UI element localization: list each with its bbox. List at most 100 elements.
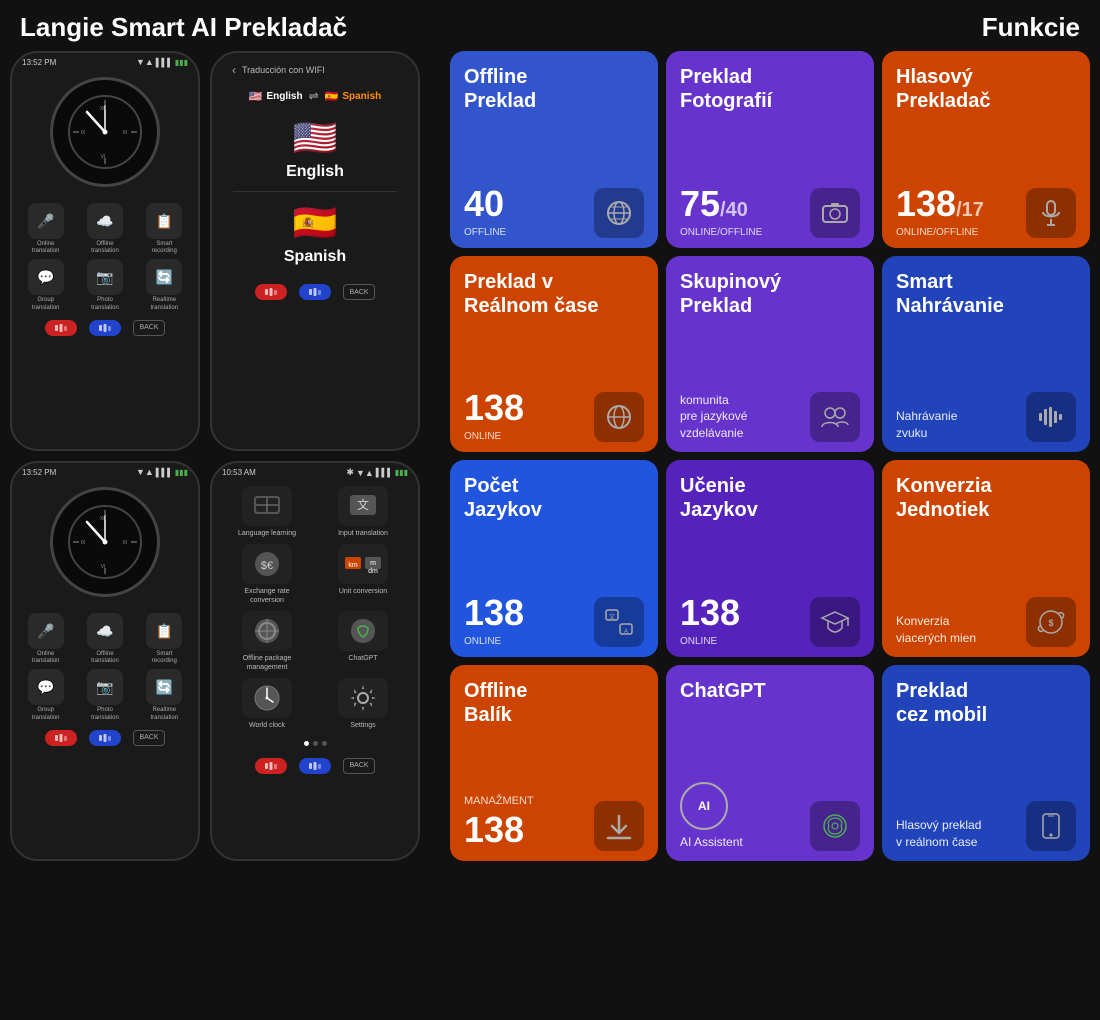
phone-row-top: 13:52 PM ▼▲ ▌▌▌ ▮▮▮ xyxy=(10,51,440,451)
icon-photo-translation[interactable]: 📷 Phototranslation xyxy=(77,259,132,311)
preklad-cez-mobil-desc: Hlasový prekladv reálnom čase xyxy=(896,817,981,851)
icon-online-trans-3[interactable]: 🎤 Onlinetranslation xyxy=(18,613,73,665)
hlasovy-prekladac-label: ONLINE/OFFLINE xyxy=(896,227,984,238)
preklad-fotografii-fraction: 75 / 40 xyxy=(680,183,762,225)
dot-1 xyxy=(304,741,309,746)
offline-balik-icon-box xyxy=(594,801,644,851)
icon-realtime-translation[interactable]: 🔄 Realtimetranslation xyxy=(137,259,192,311)
card-preklad-cez-mobil[interactable]: Prekladcez mobil Hlasový prekladv reálno… xyxy=(882,665,1090,862)
chatgpt-icon xyxy=(338,611,388,651)
card-pocet-jazykov[interactable]: PočetJazykov 138 ONLINE 文A xyxy=(450,460,658,657)
ctrl-btn-blue-3[interactable] xyxy=(89,730,121,746)
group-translation-label: Grouptranslation xyxy=(32,297,60,311)
icon-smart-rec-3[interactable]: 📋 Smartrecording xyxy=(137,613,192,665)
phone-icon xyxy=(1041,812,1061,840)
app-offline-package[interactable]: Offline packagemanagement xyxy=(222,611,312,672)
to-lang-option[interactable]: 🇪🇸 Spanish xyxy=(233,192,398,276)
back-label-2: BACK xyxy=(349,289,368,296)
swap-icon[interactable]: ⇌ xyxy=(309,89,319,103)
translate-icon: 文A xyxy=(604,608,634,636)
app-chatgpt[interactable]: ChatGPT xyxy=(318,611,408,672)
offline-package-label: Offline packagemanagement xyxy=(243,654,292,672)
smart-recording-label: Smartrecording xyxy=(152,241,177,255)
card-offline-balik[interactable]: OfflineBalík MANAŽMENT 138 xyxy=(450,665,658,862)
wifi-icon: ▼▲ xyxy=(136,57,154,67)
from-lang: 🇺🇸 English xyxy=(249,90,303,103)
back-btn-3[interactable]: BACK xyxy=(133,730,165,746)
ctrl-btn-blue-4[interactable] xyxy=(299,758,331,774)
ucenie-jazykov-number-group: 138 ONLINE xyxy=(680,592,740,647)
ctrl-btn-blue-1[interactable] xyxy=(89,320,121,336)
world-clock-label: World clock xyxy=(249,721,285,730)
world-clock-icon xyxy=(242,678,292,718)
phone1-status-bar: 13:52 PM ▼▲ ▌▌▌ ▮▮▮ xyxy=(12,53,198,69)
phone3-status-icons: ▼▲ ▌▌▌ ▮▮▮ xyxy=(136,467,188,477)
ctrl-btn-red-3[interactable] xyxy=(45,730,77,746)
photo-trans-label-3: Phototranslation xyxy=(91,707,119,721)
icon-realtime-trans-3[interactable]: 🔄 Realtimetranslation xyxy=(137,669,192,721)
graduation-icon xyxy=(820,608,850,636)
hlasovy-prekladac-title: HlasovýPrekladač xyxy=(896,65,1076,113)
app-world-clock[interactable]: World clock xyxy=(222,678,312,730)
svg-text:VI: VI xyxy=(101,564,106,570)
phone-4: 10:53 AM ✱ ▼▲ ▌▌▌ ▮▮▮ Language learning xyxy=(210,461,420,861)
openai-icon xyxy=(821,812,849,840)
card-offline-preklad[interactable]: OfflinePreklad 40 OFFLINE xyxy=(450,51,658,248)
ctrl-btn-red-4[interactable] xyxy=(255,758,287,774)
exchange-rate-label: Exchange rateconversion xyxy=(244,587,289,605)
realtime-trans-icon-3: 🔄 xyxy=(146,669,182,705)
card-chatgpt[interactable]: ChatGPT AI AI Assistent xyxy=(666,665,874,862)
icon-offline-trans-3[interactable]: ☁️ Offlinetranslation xyxy=(77,613,132,665)
back-btn-2[interactable]: BACK xyxy=(343,284,375,300)
app-settings[interactable]: Settings xyxy=(318,678,408,730)
ctrl-btn-blue-2[interactable] xyxy=(299,284,331,300)
icon-photo-trans-3[interactable]: 📷 Phototranslation xyxy=(77,669,132,721)
card-skupinovy-preklad[interactable]: SkupinovýPreklad komunitapre jazykovévzd… xyxy=(666,256,874,453)
wifi-icon-3: ▼▲ xyxy=(136,467,154,477)
back-btn-1[interactable]: BACK xyxy=(133,320,165,336)
input-translation-label: Input translation xyxy=(338,529,388,538)
icon-online-translation[interactable]: 🎤 Onlinetranslation xyxy=(18,203,73,255)
icon-group-trans-3[interactable]: 💬 Grouptranslation xyxy=(18,669,73,721)
skupinovy-preklad-desc: komunitapre jazykovévzdelávanie xyxy=(680,392,747,442)
pocet-jazykov-label: ONLINE xyxy=(464,636,524,647)
app-language-learning[interactable]: Language learning xyxy=(222,486,312,538)
card-preklad-realnom-case[interactable]: Preklad vReálnom čase 138 ONLINE xyxy=(450,256,658,453)
icon-offline-translation[interactable]: ☁️ Offlinetranslation xyxy=(77,203,132,255)
icon-group-translation[interactable]: 💬 Grouptranslation xyxy=(18,259,73,311)
to-lang-name: Spanish xyxy=(342,91,381,102)
preklad-realnom-case-bottom: 138 ONLINE xyxy=(464,387,644,442)
card-ucenie-jazykov[interactable]: UčenieJazykov 138 ONLINE xyxy=(666,460,874,657)
ctrl-btn-red-2[interactable] xyxy=(255,284,287,300)
card-preklad-fotografii[interactable]: PrekladFotografií 75 / 40 ONLINE/OFFLINE xyxy=(666,51,874,248)
phone1-controls: BACK xyxy=(18,312,192,346)
ctrl-btn-red-1[interactable] xyxy=(45,320,77,336)
card-hlasovy-prekladac[interactable]: HlasovýPrekladač 138 / 17 ONLINE/OFFLINE xyxy=(882,51,1090,248)
preklad-realnom-case-number: 138 xyxy=(464,387,524,429)
skupinovy-preklad-icon-box xyxy=(810,392,860,442)
phone3-icons-grid: 🎤 Onlinetranslation ☁️ Offlinetranslatio… xyxy=(18,613,192,722)
app-unit-conversion[interactable]: kmmdm Unit conversion xyxy=(318,544,408,605)
back-arrow[interactable]: ‹ xyxy=(232,63,236,77)
offline-balik-number: 138 xyxy=(464,809,534,851)
chatgpt-icon-box xyxy=(810,801,860,851)
input-translation-icon: 文 xyxy=(338,486,388,526)
pocet-jazykov-icon-box: 文A xyxy=(594,597,644,647)
phone1-body: XII III VI IX 🎤 Onlinetranslation ☁️ xyxy=(12,69,198,449)
konverzia-jednotiek-icon-box: $ xyxy=(1026,597,1076,647)
back-btn-4[interactable]: BACK xyxy=(343,758,375,774)
group-trans-label-3: Grouptranslation xyxy=(32,707,60,721)
to-lang-name-large: Spanish xyxy=(284,248,346,266)
app-exchange-rate[interactable]: $€ Exchange rateconversion xyxy=(222,544,312,605)
pocet-jazykov-title: PočetJazykov xyxy=(464,474,644,522)
chatgpt-ai-text: AI xyxy=(698,799,710,813)
svg-text:IX: IX xyxy=(81,130,86,136)
card-konverzia-jednotiek[interactable]: KonverziaJednotiek Konverziaviacerých mi… xyxy=(882,460,1090,657)
phone-3: 13:52 PM ▼▲ ▌▌▌ ▮▮▮ xyxy=(10,461,200,861)
card-smart-nahravanie[interactable]: SmartNahrávanie Nahrávaniezvuku xyxy=(882,256,1090,453)
unit-conversion-icon: kmmdm xyxy=(338,544,388,584)
app-input-translation[interactable]: 文 Input translation xyxy=(318,486,408,538)
from-lang-option[interactable]: 🇺🇸 English xyxy=(233,107,398,192)
icon-smart-recording[interactable]: 📋 Smartrecording xyxy=(137,203,192,255)
phone2-lang-selector: 🇺🇸 English ⇌ 🇪🇸 Spanish xyxy=(249,85,382,107)
